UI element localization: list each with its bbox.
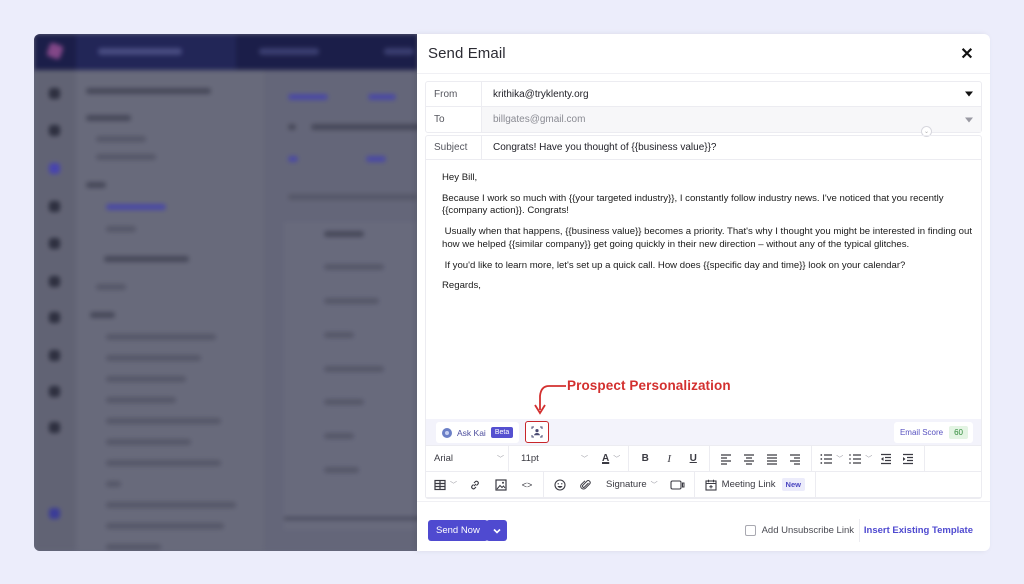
align-center-icon[interactable] bbox=[739, 449, 759, 469]
toolbar-row-1: Arial ﹀ 11pt ﹀ A ﹀ B I U ﹀ ﹀ bbox=[426, 446, 981, 472]
align-justify-icon[interactable] bbox=[762, 449, 782, 469]
chevron-down-icon: ﹀ bbox=[613, 455, 621, 463]
to-label: To bbox=[426, 107, 482, 132]
text-color-icon: A bbox=[602, 453, 610, 464]
toolbar-row-2: ﹀ <> Signature ﹀ Meeting Link New bbox=[426, 472, 981, 498]
meeting-link-button[interactable]: Meeting Link New bbox=[703, 475, 807, 495]
body-paragraph: Usually when that happens, {{business va… bbox=[442, 226, 975, 250]
from-row: From krithika@tryklenty.org bbox=[426, 82, 981, 107]
outdent-icon[interactable] bbox=[876, 449, 896, 469]
table-icon bbox=[434, 479, 446, 490]
calendar-icon bbox=[705, 479, 717, 491]
indent-icon[interactable] bbox=[898, 449, 918, 469]
subject-input[interactable]: Congrats! Have you thought of {{business… bbox=[482, 136, 981, 159]
meeting-link-label: Meeting Link bbox=[721, 479, 776, 490]
close-icon[interactable]: ✕ bbox=[958, 45, 976, 63]
video-icon[interactable] bbox=[668, 475, 688, 495]
to-row: To billgates@gmail.com ⌄ bbox=[426, 107, 981, 137]
modal-title: Send Email bbox=[428, 45, 506, 62]
italic-icon[interactable]: I bbox=[659, 449, 679, 469]
from-label: From bbox=[426, 82, 482, 106]
code-icon[interactable]: <> bbox=[517, 475, 537, 495]
from-value: krithika@tryklenty.org bbox=[493, 88, 589, 100]
chevron-down-icon bbox=[492, 528, 501, 534]
unsubscribe-label: Add Unsubscribe Link bbox=[761, 525, 854, 536]
insert-template-link[interactable]: Insert Existing Template bbox=[864, 520, 973, 541]
bullet-list-button[interactable]: ﹀ bbox=[818, 449, 845, 469]
background-app-overlay bbox=[34, 34, 418, 551]
ask-kai-label: Ask Kai bbox=[457, 427, 486, 438]
numbered-list-icon bbox=[849, 453, 862, 464]
recipient-fields: From krithika@tryklenty.org To billgates… bbox=[425, 81, 982, 137]
chevron-down-icon: ﹀ bbox=[650, 481, 658, 489]
subject-row: Subject Congrats! Have you thought of {{… bbox=[426, 136, 981, 160]
signature-label: Signature bbox=[606, 479, 647, 490]
link-icon[interactable] bbox=[465, 475, 485, 495]
email-score-label: Email Score bbox=[899, 428, 944, 437]
footer-divider bbox=[859, 519, 860, 542]
font-size-value: 11pt bbox=[521, 453, 539, 464]
caret-down-icon bbox=[965, 117, 973, 122]
font-size-select[interactable]: 11pt ﹀ bbox=[521, 453, 588, 464]
body-paragraph: Hey Bill, bbox=[442, 172, 478, 183]
attachment-icon[interactable] bbox=[576, 475, 596, 495]
to-field[interactable]: billgates@gmail.com ⌄ bbox=[482, 107, 981, 137]
to-value: billgates@gmail.com bbox=[493, 114, 586, 125]
new-badge: New bbox=[781, 478, 805, 491]
body-paragraph: Regards, bbox=[442, 280, 481, 292]
modal-footer: Send Now Add Unsubscribe Link Insert Exi… bbox=[417, 501, 990, 551]
modal-header: Send Email ✕ bbox=[417, 34, 990, 74]
email-score-value: 60 bbox=[949, 426, 968, 439]
body-paragraph: Because I work so much with {{your targe… bbox=[442, 192, 944, 217]
bullet-list-icon bbox=[820, 453, 833, 464]
subject-label: Subject bbox=[426, 136, 482, 159]
text-color-button[interactable]: A ﹀ bbox=[600, 449, 622, 469]
font-family-value: Arial bbox=[434, 453, 454, 464]
chevron-down-icon: ﹀ bbox=[497, 455, 504, 463]
align-left-icon[interactable] bbox=[716, 449, 736, 469]
underline-icon[interactable]: U bbox=[683, 449, 703, 469]
email-editor: Subject Congrats! Have you thought of {{… bbox=[425, 135, 982, 499]
caret-down-icon bbox=[965, 91, 973, 97]
formatting-toolbar: Arial ﹀ 11pt ﹀ A ﹀ B I U ﹀ ﹀ ﹀ <> Signat… bbox=[426, 446, 981, 498]
send-options-button[interactable] bbox=[486, 520, 507, 541]
unsubscribe-toggle[interactable]: Add Unsubscribe Link bbox=[744, 520, 854, 541]
email-body[interactable]: Hey Bill, Because I work so much with {{… bbox=[426, 160, 981, 418]
email-score-badge: Email Score 60 bbox=[893, 422, 973, 443]
send-now-button[interactable]: Send Now bbox=[428, 520, 488, 541]
chevron-down-icon: ﹀ bbox=[581, 455, 588, 463]
ask-kai-button[interactable]: Ask Kai Beta bbox=[436, 422, 520, 443]
table-button[interactable]: ﹀ bbox=[432, 475, 459, 495]
bold-icon[interactable]: B bbox=[635, 449, 655, 469]
send-email-modal: Send Email ✕ From krithika@tryklenty.org… bbox=[417, 34, 990, 551]
chevron-down-icon: ﹀ bbox=[836, 455, 844, 463]
prospect-personalization-button[interactable] bbox=[525, 421, 549, 443]
from-select[interactable]: krithika@tryklenty.org bbox=[482, 82, 981, 106]
body-paragraph: If you'd like to learn more, let's set u… bbox=[442, 259, 906, 271]
unsubscribe-checkbox[interactable] bbox=[744, 525, 756, 536]
signature-select[interactable]: Signature ﹀ bbox=[606, 479, 658, 490]
chevron-down-icon: ﹀ bbox=[450, 481, 457, 489]
image-icon[interactable] bbox=[491, 475, 511, 495]
user-focus-icon bbox=[531, 426, 543, 438]
chevron-down-icon: ﹀ bbox=[865, 455, 873, 463]
kai-globe-icon bbox=[442, 427, 452, 438]
font-family-select[interactable]: Arial ﹀ bbox=[434, 453, 504, 464]
align-right-icon[interactable] bbox=[785, 449, 805, 469]
ai-assist-bar: Ask Kai Beta Email Score 60 bbox=[426, 419, 981, 446]
beta-badge: Beta bbox=[490, 427, 514, 438]
emoji-icon[interactable] bbox=[550, 475, 570, 495]
numbered-list-button[interactable]: ﹀ bbox=[847, 449, 874, 469]
